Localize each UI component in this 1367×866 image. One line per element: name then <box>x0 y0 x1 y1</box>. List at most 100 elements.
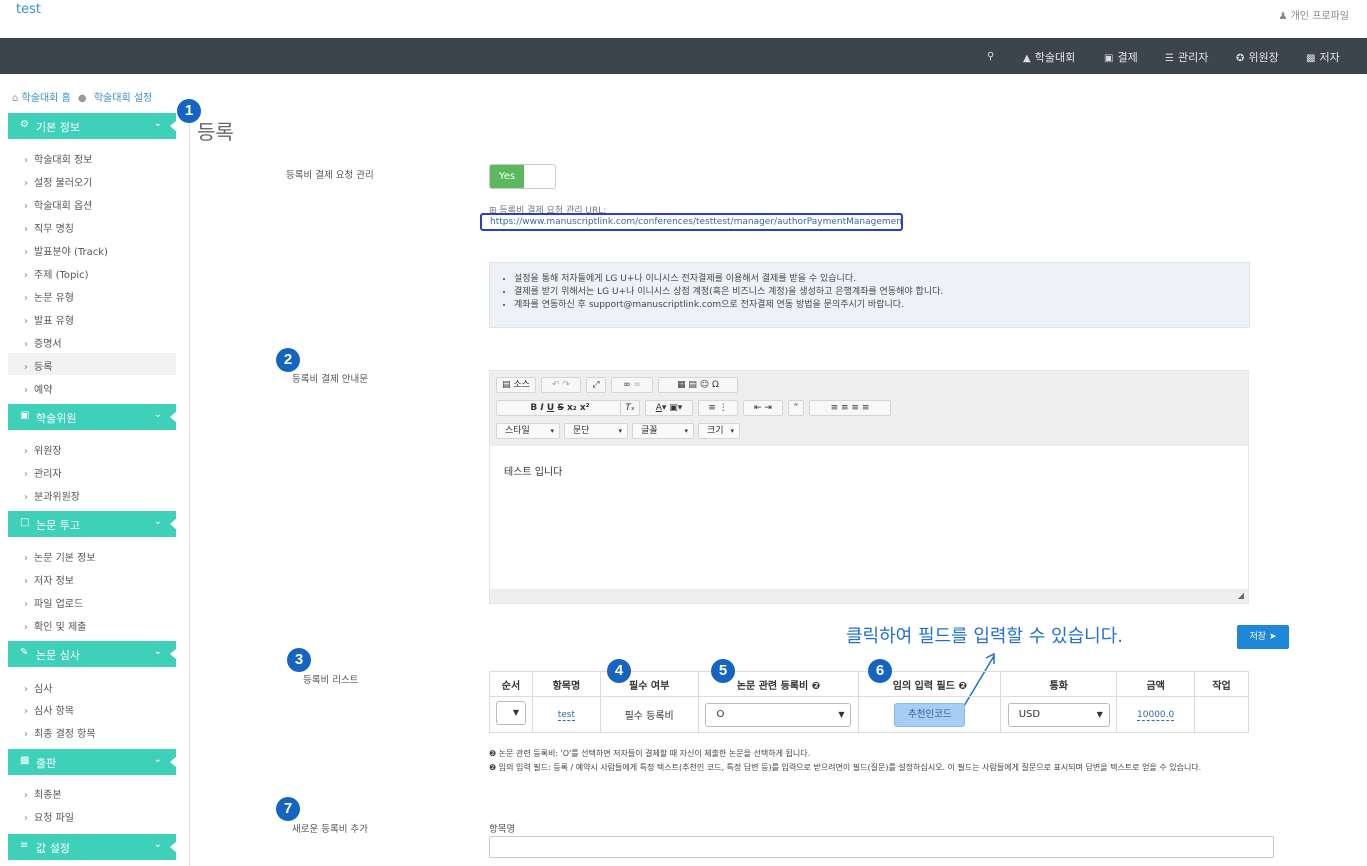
sidebar-item[interactable]: › 발표분야 (Track) <box>8 238 176 260</box>
guide-label: 등록비 결제 안내문 <box>292 374 368 385</box>
maximize-icon[interactable]: ⤢ <box>586 377 606 393</box>
sidebar-item[interactable]: › 학술대회 정보 <box>8 146 176 168</box>
undo-redo-buttons[interactable]: ↶ ↷ <box>541 377 581 393</box>
sidebar-item[interactable]: › 최종 결정 항목 <box>8 720 176 742</box>
breadcrumb-settings[interactable]: 학술대회 설정 <box>94 93 152 104</box>
chevron-down-icon: ⌄ <box>153 754 162 765</box>
section-title: 논문 투고 <box>36 519 80 532</box>
sidebar-item-registration[interactable]: › 등록 <box>8 353 176 375</box>
annotation-badge: 6 <box>868 659 892 683</box>
sidebar-item[interactable]: › 논문 유형 <box>8 284 176 306</box>
sidebar-section-basic-info[interactable]: ⚙ 기본 정보 ⌄ <box>8 113 177 139</box>
server-icon: ☰ <box>1165 53 1174 64</box>
source-button[interactable]: ▤ 소스 <box>496 377 536 393</box>
style-select[interactable]: 스타일 ▾ <box>496 423 560 439</box>
format-buttons[interactable]: B I U S x₂ x² <box>496 400 624 416</box>
currency-select[interactable]: USD ▼ <box>1007 702 1110 727</box>
list-icon[interactable]: ≡ ⋮ <box>698 400 738 416</box>
gear-icon: ⚙ <box>20 119 29 130</box>
sidebar-section-committee[interactable]: ▣ 학술위원 ⌄ <box>8 404 177 430</box>
nav-chair[interactable]: ✪ 위원장 <box>1236 49 1279 65</box>
color-buttons[interactable]: A▾ ▣▾ <box>645 400 693 416</box>
edit-icon: ✎ <box>20 647 29 658</box>
custom-field-button[interactable]: 추천인코드 <box>894 702 966 727</box>
nav-label: 학술대회 <box>1034 51 1076 64</box>
chevron-down-icon: ⌄ <box>153 409 162 420</box>
sidebar-item[interactable]: › 주제 (Topic) <box>8 261 176 283</box>
order-select[interactable]: ▼ <box>495 701 526 725</box>
nav-label: 결제 <box>1117 51 1138 64</box>
fee-list-label: 등록비 리스트 <box>303 675 359 686</box>
fee-name-link[interactable]: test <box>557 710 576 721</box>
sidebar-item[interactable]: › 파일 업로드 <box>8 590 176 612</box>
sidebar-item[interactable]: › 발표 유형 <box>8 307 176 329</box>
paper-fee-select[interactable]: O ▼ <box>705 702 852 727</box>
credit-card-icon: ▣ <box>1104 53 1114 64</box>
sidebar-item[interactable]: › 심사 항목 <box>8 697 176 719</box>
sidebar-section-submission[interactable]: □ 논문 투고 ⌄ <box>8 511 177 537</box>
sidebar-item[interactable]: › 증명서 <box>8 330 176 352</box>
nav-author[interactable]: ▩ 저자 <box>1306 49 1340 65</box>
action-cell <box>1194 696 1249 733</box>
profile-link[interactable]: ♟ 개인 프로파일 <box>1278 7 1349 22</box>
payment-url-link[interactable]: https://www.manuscriptlink.com/conferenc… <box>480 213 903 231</box>
editor-statusbar: ◢ <box>490 589 1248 603</box>
user-icon: ♟ <box>1278 11 1288 22</box>
search-icon: ⚲ <box>987 51 995 62</box>
sidebar-item[interactable]: › 위원장 <box>8 437 176 459</box>
currency-cell: USD ▼ <box>1000 696 1118 733</box>
amount-link[interactable]: 10000.0 <box>1137 710 1175 721</box>
sidebar-item[interactable]: › 학술대회 옵션 <box>8 192 176 214</box>
sidebar-item[interactable]: › 요청 파일 <box>8 804 176 826</box>
resize-grip-icon[interactable]: ◢ <box>1238 591 1244 600</box>
breadcrumb-home[interactable]: 학술대회 홈 <box>22 93 71 104</box>
nav-admin[interactable]: ☰ 관리자 <box>1165 49 1208 65</box>
sidebar-item[interactable]: › 논문 기본 정보 <box>8 544 176 566</box>
sidebar-section-review[interactable]: ✎ 논문 심사 ⌄ <box>8 641 177 667</box>
sidebar-item[interactable]: › 관리자 <box>8 460 176 482</box>
paragraph-select[interactable]: 문단 ▾ <box>564 423 628 439</box>
sidebar-section-publication[interactable]: ▩ 출판 ⌄ <box>8 749 177 775</box>
annotation-badge: 2 <box>276 348 300 372</box>
align-icon[interactable]: ≡ ≡ ≡ ≡ <box>809 400 891 416</box>
active-notch <box>170 120 177 132</box>
new-fee-name-label: 항목명 <box>489 824 516 835</box>
breadcrumb: ⌂ 학술대회 홈 ● 학술대회 설정 <box>12 89 152 104</box>
note-custom-field: ❷ 임의 입력 필드: 등록 / 예약시 사람들에게 특정 텍스트(추천인 코드… <box>489 763 1202 772</box>
sidebar-item[interactable]: › 확인 및 제출 <box>8 613 176 635</box>
info-item: 설정을 통해 저자들에게 LG U+나 이니시스 전자결제를 이용해서 결제를 … <box>514 273 1249 286</box>
sidebar-item[interactable]: › 설정 불러오기 <box>8 169 176 191</box>
section-notch <box>170 518 177 530</box>
sidebar-item[interactable]: › 저자 정보 <box>8 567 176 589</box>
save-button[interactable]: 저장 ➤ <box>1237 625 1289 649</box>
sidebar-item[interactable]: › 분과위원장 <box>8 483 176 505</box>
editor-content[interactable]: 테스트 입니다 <box>504 463 562 478</box>
nav-label: 관리자 <box>1177 51 1209 64</box>
remove-format-icon[interactable]: Tₓ <box>620 400 640 416</box>
content-divider <box>189 113 190 866</box>
nav-search[interactable]: ⚲ <box>987 49 998 62</box>
payment-manage-toggle[interactable]: Yes <box>489 164 556 189</box>
sidebar-item[interactable]: › 최종본 <box>8 781 176 803</box>
col-amount: 금액 <box>1116 671 1196 697</box>
nav-payment[interactable]: ▣ 결제 <box>1104 49 1138 65</box>
font-select[interactable]: 글꼴 ▾ <box>632 423 694 439</box>
table-icon[interactable]: ▦ ▤ ☺ Ω <box>658 377 738 393</box>
editor-toolbar: ▤ 소스 ↶ ↷ ⤢ ∞ ∞ ▦ ▤ ☺ Ω B I U S x₂ x² Tₓ … <box>490 371 1248 446</box>
info-icon: ❷ <box>811 680 821 692</box>
profile-label: 개인 프로파일 <box>1290 11 1349 22</box>
quote-icon[interactable]: ” <box>788 400 804 416</box>
sidebar-item[interactable]: › 직무 명칭 <box>8 215 176 237</box>
sidebar-section-values[interactable]: ≡ 값 설정 ⌄ <box>8 834 177 860</box>
app-title[interactable]: test <box>16 2 41 17</box>
annotation-badge: 5 <box>711 659 735 683</box>
link-icon[interactable]: ∞ ∞ <box>611 377 653 393</box>
sidebar-item[interactable]: › 예약 <box>8 376 176 398</box>
indent-icon[interactable]: ⇤ ⇥ <box>743 400 783 416</box>
new-fee-name-input[interactable] <box>489 836 1274 858</box>
nav-conference[interactable]: ▲ 학술대회 <box>1023 49 1075 65</box>
info-box: 설정을 통해 저자들에게 LG U+나 이니시스 전자결제를 이용해서 결제를 … <box>489 262 1250 328</box>
sidebar-item[interactable]: › 심사 <box>8 675 176 697</box>
size-select[interactable]: 크기 ▾ <box>698 423 740 439</box>
info-icon: ❷ <box>489 763 497 772</box>
